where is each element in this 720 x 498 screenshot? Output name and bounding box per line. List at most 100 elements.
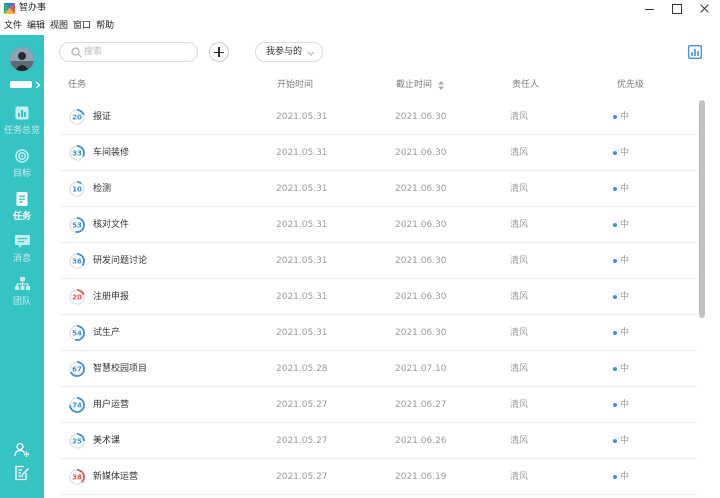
table-row[interactable]: 67 智慧校园项目 2021.05.28 2021.07.10 清风 中 — [60, 351, 697, 387]
owner-name: 清风 — [510, 148, 529, 158]
task-name[interactable]: 智慧校园项目 — [93, 363, 147, 375]
sort-icon[interactable] — [438, 81, 444, 90]
sidebar-item-label: 目标 — [12, 169, 31, 179]
menu-edit[interactable]: 编辑 — [27, 21, 45, 32]
menu-file[interactable]: 文件 — [4, 21, 22, 32]
progress-ring: 38 — [69, 469, 85, 485]
column-header-start[interactable]: 开始时间 — [277, 79, 313, 91]
sidebar-item-label: 团队 — [12, 297, 31, 307]
task-name[interactable]: 报证 — [93, 111, 111, 123]
owner-name: 清风 — [510, 436, 529, 446]
avatar[interactable] — [10, 47, 34, 71]
sidebar: 任务总览 目标 任务 消息 团队 — [0, 35, 44, 498]
sidebar-item-tasks[interactable]: 任务 — [0, 192, 44, 226]
scrollbar-thumb[interactable] — [699, 100, 705, 318]
start-date: 2021.05.31 — [276, 256, 328, 266]
team-icon — [15, 277, 30, 290]
owner-name: 清风 — [510, 256, 529, 266]
owner-name: 清风 — [510, 364, 529, 374]
progress-value: 38 — [72, 474, 82, 482]
progress-value: 36 — [72, 258, 82, 266]
priority-dot-icon — [613, 331, 617, 335]
end-date: 2021.06.19 — [395, 472, 447, 482]
minimize-button[interactable] — [643, 2, 657, 15]
column-header-end[interactable]: 截止时间 — [396, 79, 432, 91]
priority-value: 中 — [620, 472, 630, 482]
priority-dot-icon — [613, 187, 617, 191]
filter-dropdown-label: 我参与的 — [266, 47, 303, 57]
close-button[interactable] — [698, 2, 712, 15]
statistics-chart-icon[interactable] — [688, 45, 702, 59]
start-date: 2021.05.27 — [276, 400, 328, 410]
sidebar-item-messages[interactable]: 消息 — [0, 234, 44, 268]
sidebar-item-overview[interactable]: 任务总览 — [0, 106, 44, 140]
priority-value: 中 — [620, 112, 630, 122]
column-header-owner[interactable]: 责任人 — [512, 79, 539, 91]
progress-ring: 10 — [69, 181, 85, 197]
end-date: 2021.06.30 — [395, 292, 447, 302]
progress-value: 67 — [72, 366, 82, 374]
priority-dot-icon — [613, 475, 617, 479]
task-name[interactable]: 核对文件 — [93, 219, 129, 231]
progress-value: 20 — [72, 294, 82, 302]
table-row[interactable]: 36 研发问题讨论 2021.05.31 2021.06.30 清风 中 — [60, 243, 697, 279]
priority-dot-icon — [613, 403, 617, 407]
task-name[interactable]: 试生产 — [93, 327, 120, 339]
task-name[interactable]: 新媒体运营 — [93, 471, 138, 483]
progress-value: 10 — [72, 186, 82, 194]
priority-dot-icon — [613, 439, 617, 443]
progress-ring: 20 — [69, 289, 85, 305]
end-date: 2021.06.30 — [395, 256, 447, 266]
table-row[interactable]: 20 注册申报 2021.05.31 2021.06.30 清风 中 — [60, 279, 697, 315]
table-row[interactable]: 10 检测 2021.05.31 2021.06.30 清风 中 — [60, 171, 697, 207]
priority-dot-icon — [613, 223, 617, 227]
owner-name: 清风 — [510, 292, 529, 302]
priority-dot-icon — [613, 151, 617, 155]
filter-dropdown[interactable]: 我参与的 — [255, 42, 323, 62]
edit-icon[interactable] — [14, 465, 30, 481]
avatar-photo-icon — [10, 47, 34, 71]
owner-name: 清风 — [510, 400, 529, 410]
maximize-button[interactable] — [670, 2, 684, 15]
menu-view[interactable]: 视图 — [50, 21, 68, 32]
start-date: 2021.05.31 — [276, 220, 328, 230]
add-member-icon[interactable] — [14, 442, 30, 458]
menu-window[interactable]: 窗口 — [73, 21, 91, 32]
task-name[interactable]: 车间装修 — [93, 147, 129, 159]
chevron-right-icon[interactable] — [35, 81, 41, 89]
task-name[interactable]: 检测 — [93, 183, 111, 195]
owner-name: 清风 — [510, 472, 529, 482]
progress-ring: 53 — [69, 217, 85, 233]
user-name[interactable] — [10, 81, 32, 88]
table-row[interactable]: 74 用户运营 2021.05.27 2021.06.27 清风 中 — [60, 387, 697, 423]
task-name[interactable]: 美术课 — [93, 435, 120, 447]
table-row[interactable]: 53 核对文件 2021.05.31 2021.06.30 清风 中 — [60, 207, 697, 243]
task-name[interactable]: 研发问题讨论 — [93, 255, 147, 267]
column-header-task[interactable]: 任务 — [68, 79, 86, 91]
task-name[interactable]: 注册申报 — [93, 291, 129, 303]
menu-help[interactable]: 帮助 — [96, 21, 114, 32]
progress-value: 74 — [72, 402, 82, 410]
search-icon — [71, 47, 82, 58]
table-row[interactable]: 25 美术课 2021.05.27 2021.06.26 清风 中 — [60, 423, 697, 459]
table-row[interactable]: 54 试生产 2021.05.31 2021.06.30 清风 中 — [60, 315, 697, 351]
end-date: 2021.06.26 — [395, 436, 447, 446]
sidebar-item-label: 任务 — [12, 212, 31, 222]
search-input[interactable] — [84, 45, 189, 59]
column-header-priority[interactable]: 优先级 — [617, 79, 644, 91]
task-list: 20 报证 2021.05.31 2021.06.30 清风中 33 车间装修 2021.05… — [60, 99, 697, 495]
task-name[interactable]: 用户运营 — [93, 399, 129, 411]
sidebar-item-team[interactable]: 团队 — [0, 277, 44, 311]
table-row[interactable]: 20 报证 2021.05.31 2021.06.30 清风 中 — [60, 99, 697, 135]
overview-chart-icon — [15, 106, 29, 120]
table-row[interactable]: 38 新媒体运营 2021.05.27 2021.06.19 清风 中 — [60, 459, 697, 495]
task-document-icon — [16, 192, 28, 206]
start-date: 2021.05.31 — [276, 328, 328, 338]
search-box[interactable] — [59, 42, 198, 62]
sidebar-item-goals[interactable]: 目标 — [0, 149, 44, 183]
priority-dot-icon — [613, 367, 617, 371]
start-date: 2021.05.31 — [276, 292, 328, 302]
add-task-button[interactable] — [209, 42, 229, 62]
owner-name: 清风 — [510, 220, 529, 230]
table-row[interactable]: 33 车间装修 2021.05.31 2021.06.30 清风 中 — [60, 135, 697, 171]
